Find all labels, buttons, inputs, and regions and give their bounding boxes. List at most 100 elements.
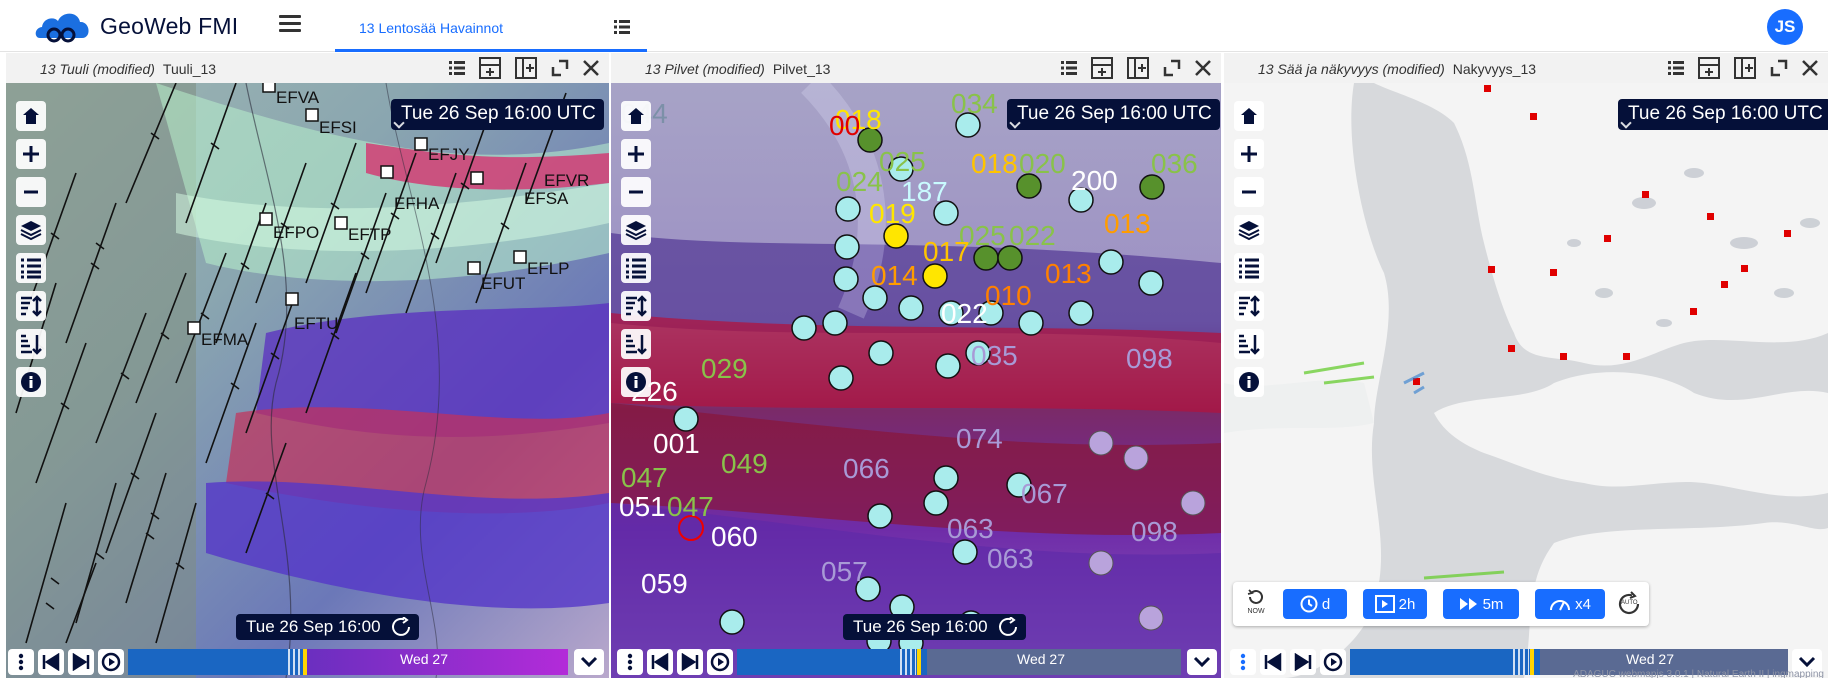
auto-animation-button[interactable]: AUTO <box>1615 590 1643 618</box>
step-forward-button[interactable] <box>68 649 94 675</box>
info-button[interactable] <box>621 367 651 397</box>
auto-update-icon[interactable] <box>998 617 1020 637</box>
close-icon[interactable] <box>583 60 599 76</box>
expand-icon[interactable] <box>1163 59 1181 77</box>
expand-icon[interactable] <box>1770 59 1788 77</box>
workspace-tab[interactable]: 13 Lentosää Havainnot <box>335 0 647 52</box>
step-forward-button[interactable] <box>677 649 703 675</box>
step-forward-button[interactable] <box>1290 649 1316 675</box>
fast-forward-icon <box>1459 598 1477 610</box>
timeslider-current-time[interactable]: Tue 26 Sep 16:00 <box>236 614 419 640</box>
legend-button[interactable] <box>1234 253 1264 283</box>
home-icon <box>1241 108 1257 124</box>
info-icon <box>626 372 646 392</box>
info-button[interactable] <box>16 367 46 397</box>
time-series-button[interactable] <box>621 329 651 359</box>
station-label: EFTU <box>294 314 338 333</box>
timeslider-time-label: Tue 26 Sep 16:00 <box>246 617 381 636</box>
cloud-value: 057 <box>821 556 868 587</box>
collapse-timeslider-button[interactable] <box>574 649 604 675</box>
auto-update-icon[interactable] <box>391 617 413 637</box>
info-button[interactable] <box>1234 367 1264 397</box>
time-step-button[interactable]: 2h <box>1363 589 1427 619</box>
wind-map-layer: EFVA EFSI EFJY EFVR EFHA EFSA EFPO EFTP … <box>6 83 609 678</box>
step-back-button[interactable] <box>38 649 64 675</box>
station-marker <box>259 212 273 226</box>
station-label: EFVA <box>276 88 320 107</box>
play-button[interactable] <box>707 649 733 675</box>
layer-list-icon[interactable] <box>1061 60 1077 76</box>
chevron-down-icon <box>1193 656 1211 668</box>
more-vert-icon <box>18 653 24 671</box>
visibility-map[interactable]: Tue 26 Sep 16:00 UTC NOW d 2h 5m x4 AUTO… <box>1224 83 1828 678</box>
cloud-value: 024 <box>836 166 883 197</box>
split-horizontal-icon[interactable] <box>479 57 501 79</box>
chevron-down-icon <box>1798 656 1816 668</box>
vertical-profile-button[interactable] <box>1234 291 1264 321</box>
cloud-value: 200 <box>1071 165 1118 196</box>
layer-list-icon[interactable] <box>1668 60 1684 76</box>
station-marker <box>187 321 201 335</box>
home-button[interactable] <box>621 101 651 131</box>
now-label: NOW <box>1247 608 1265 615</box>
layers-icon <box>1238 221 1260 241</box>
split-vertical-icon[interactable] <box>1734 57 1756 79</box>
info-icon <box>21 372 41 392</box>
collapse-timeslider-button[interactable] <box>1187 649 1217 675</box>
cloud-value: 013 <box>1045 258 1092 289</box>
play-button[interactable] <box>1320 649 1346 675</box>
layers-button[interactable] <box>16 215 46 245</box>
split-horizontal-icon[interactable] <box>1698 57 1720 79</box>
speedometer-icon <box>1550 600 1571 611</box>
zoom-out-button[interactable] <box>621 177 651 207</box>
timeslider-current-time[interactable]: Tue 26 Sep 16:00 <box>843 614 1026 640</box>
cloud-value: 022 <box>1009 220 1056 251</box>
timeslider-options-button[interactable] <box>1230 649 1256 675</box>
cloud-value: 010 <box>985 280 1032 311</box>
time-span-button[interactable]: d <box>1283 589 1347 619</box>
animation-speed-button[interactable]: 5m <box>1443 589 1519 619</box>
workspace-list-icon[interactable] <box>614 19 630 35</box>
timeslider-track[interactable]: Wed 27 <box>128 649 568 675</box>
station-label: EFUT <box>481 274 525 293</box>
cloud-value: 013 <box>1104 208 1151 239</box>
step-back-button[interactable] <box>1260 649 1286 675</box>
close-icon[interactable] <box>1802 60 1818 76</box>
split-vertical-icon[interactable] <box>1127 57 1149 79</box>
clouds-map[interactable]: 018 034 025 024 187 018 020 200 036 019 … <box>611 83 1221 678</box>
go-to-now-button[interactable]: NOW <box>1239 588 1273 620</box>
layers-button[interactable] <box>621 215 651 245</box>
expand-icon[interactable] <box>551 59 569 77</box>
split-vertical-icon[interactable] <box>515 57 537 79</box>
legend-button[interactable] <box>16 253 46 283</box>
timeslider-track[interactable]: Wed 27 <box>737 649 1181 675</box>
zoom-in-button[interactable] <box>1234 139 1264 169</box>
play-button[interactable] <box>98 649 124 675</box>
timeslider-options-button[interactable] <box>617 649 643 675</box>
zoom-out-button[interactable] <box>16 177 46 207</box>
vertical-profile-button[interactable] <box>16 291 46 321</box>
home-button[interactable] <box>1234 101 1264 131</box>
station-marker <box>513 250 527 264</box>
timeslider-options-button[interactable] <box>8 649 34 675</box>
legend-button[interactable] <box>621 253 651 283</box>
wind-map[interactable]: EFVA EFSI EFJY EFVR EFHA EFSA EFPO EFTP … <box>6 83 609 678</box>
plus-icon <box>628 146 644 162</box>
main-menu-button[interactable] <box>279 15 301 35</box>
zoom-in-button[interactable] <box>621 139 651 169</box>
skip-previous-icon <box>1264 653 1282 671</box>
home-button[interactable] <box>16 101 46 131</box>
zoom-in-button[interactable] <box>16 139 46 169</box>
user-avatar[interactable]: JS <box>1767 9 1803 45</box>
zoom-out-button[interactable] <box>1234 177 1264 207</box>
split-horizontal-icon[interactable] <box>1091 57 1113 79</box>
time-series-button[interactable] <box>16 329 46 359</box>
time-series-button[interactable] <box>1234 329 1264 359</box>
layers-button[interactable] <box>1234 215 1264 245</box>
speed-multiplier-button[interactable]: x4 <box>1535 589 1605 619</box>
play-circle-icon <box>710 652 730 672</box>
step-back-button[interactable] <box>647 649 673 675</box>
close-icon[interactable] <box>1195 60 1211 76</box>
layer-list-icon[interactable] <box>449 60 465 76</box>
vertical-profile-button[interactable] <box>621 291 651 321</box>
